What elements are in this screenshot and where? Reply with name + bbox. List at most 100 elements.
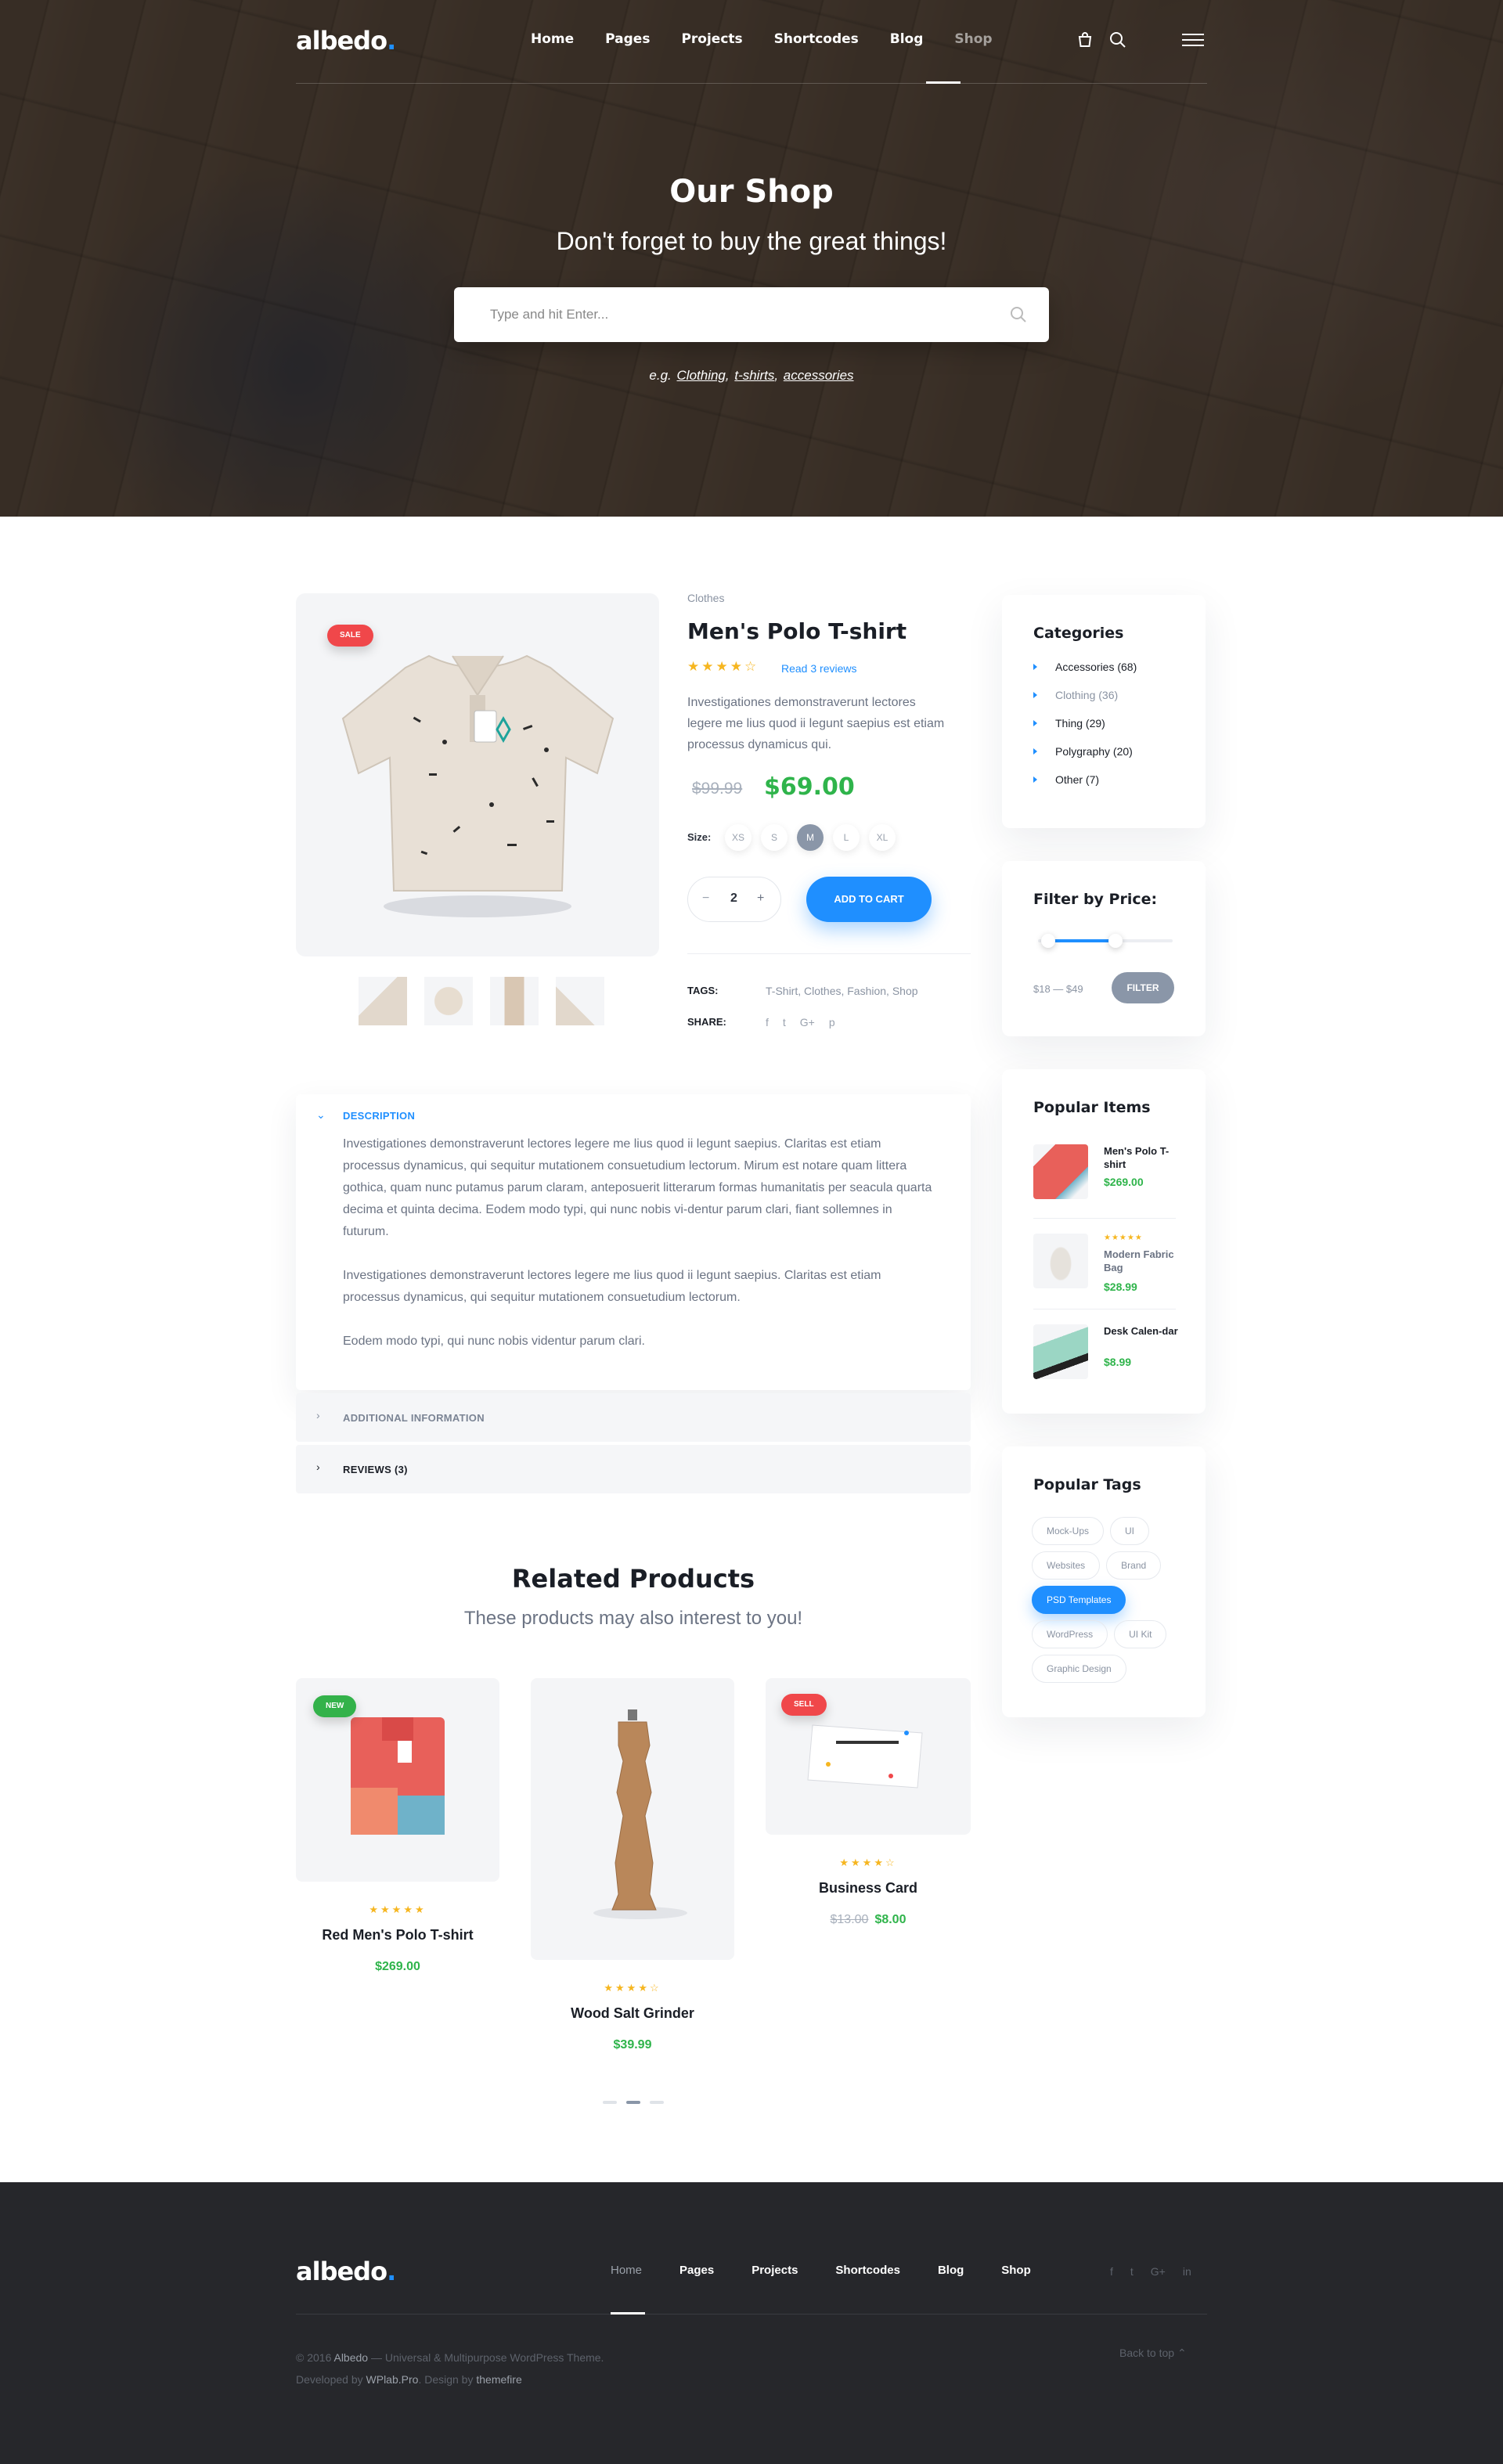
add-to-cart-button[interactable]: ADD TO CART [806, 877, 932, 922]
size-selector: XS S M L XL [725, 824, 896, 851]
thumbnail[interactable] [556, 977, 604, 1025]
product-tags[interactable]: T-Shirt, Clothes, Fashion, Shop [766, 985, 918, 997]
menu-icon[interactable] [1182, 34, 1204, 50]
chevron-up-icon: ⌃ [1177, 2347, 1187, 2359]
linkedin-icon[interactable]: in [1183, 2265, 1191, 2278]
tag-link[interactable]: UI Kit [1114, 1620, 1167, 1648]
logo[interactable]: albedo. [296, 26, 396, 56]
search-input[interactable] [490, 287, 975, 342]
description-panel: ⌄ DESCRIPTION Investigationes demonstrav… [296, 1094, 971, 1390]
footer-nav-shortcodes[interactable]: Shortcodes [835, 2264, 900, 2277]
category-link[interactable]: Other (7) [1033, 773, 1137, 802]
category-link[interactable]: Accessories (68) [1033, 661, 1137, 689]
cart-icon[interactable] [1076, 31, 1094, 49]
qty-plus-button[interactable]: + [757, 892, 764, 906]
additional-info-panel[interactable]: › ADDITIONAL INFORMATION [296, 1393, 971, 1442]
size-option-m[interactable]: M [797, 824, 824, 851]
back-to-top-link[interactable]: Back to top ⌃ [1119, 2347, 1187, 2360]
tag-link-active[interactable]: PSD Templates [1032, 1586, 1126, 1614]
description-tab[interactable]: DESCRIPTION [343, 1110, 415, 1122]
nav-shortcodes[interactable]: Shortcodes [774, 31, 859, 47]
product-title: Men's Polo T-shirt [687, 618, 907, 644]
tag-link[interactable]: UI [1110, 1517, 1150, 1545]
size-option-l[interactable]: L [833, 824, 860, 851]
search-icon[interactable] [1109, 31, 1126, 49]
example-link[interactable]: t-shirts [734, 368, 774, 383]
slider-handle-min[interactable] [1041, 934, 1055, 948]
carousel-dot[interactable] [650, 2101, 664, 2104]
size-option-xl[interactable]: XL [869, 824, 896, 851]
additional-info-tab[interactable]: ADDITIONAL INFORMATION [343, 1412, 485, 1424]
qty-minus-button[interactable]: − [702, 892, 709, 906]
twitter-icon[interactable]: t [783, 1016, 786, 1028]
product-category[interactable]: Clothes [687, 592, 724, 604]
search-icon[interactable] [1010, 306, 1027, 323]
footer-nav-blog[interactable]: Blog [938, 2264, 964, 2277]
product-image[interactable] [296, 593, 659, 956]
example-link[interactable]: Clothing [677, 368, 726, 383]
brand-link[interactable]: Albedo [333, 2351, 368, 2364]
category-link[interactable]: Thing (29) [1033, 717, 1137, 745]
footer-nav-home[interactable]: Home [611, 2264, 642, 2277]
thumbnail[interactable] [359, 977, 407, 1025]
nav-home[interactable]: Home [531, 31, 574, 47]
tag-link[interactable]: Mock-Ups [1032, 1517, 1105, 1545]
reviews-panel[interactable]: › REVIEWS (3) [296, 1445, 971, 1493]
tag-link[interactable]: WordPress [1032, 1620, 1108, 1648]
related-product-price: $13.00 $8.00 [830, 1913, 906, 1926]
popular-items-widget: Popular Items Men's Polo T-shirt $269.00… [1002, 1069, 1206, 1414]
tag-link[interactable]: Websites [1032, 1551, 1101, 1580]
related-subtitle: These products may also interest to you! [463, 1608, 803, 1629]
related-product-image[interactable] [531, 1678, 734, 1960]
nav-projects[interactable]: Projects [681, 31, 742, 47]
twitter-icon[interactable]: t [1130, 2265, 1134, 2278]
popular-item[interactable]: Desk Calen-dar $8.99 [1033, 1324, 1178, 1398]
related-product-price: $39.99 [613, 2038, 652, 2052]
nav-blog[interactable]: Blog [890, 31, 924, 47]
example-link[interactable]: accessories [784, 368, 854, 383]
designer-link[interactable]: themefire [476, 2373, 521, 2386]
popular-item[interactable]: ★★★★★ Modern Fabric Bag $28.99 [1033, 1234, 1176, 1307]
reviews-link[interactable]: Read 3 reviews [781, 662, 857, 675]
footer-nav: Home Pages Projects Shortcodes Blog Shop [611, 2264, 1069, 2277]
footer-nav-shop[interactable]: Shop [1001, 2264, 1031, 2277]
slider-handle-max[interactable] [1108, 934, 1123, 948]
new-badge: NEW [313, 1695, 357, 1717]
widget-title: Popular Tags [1033, 1476, 1141, 1493]
search-examples: e.g. Clothing, t-shirts, accessories [649, 368, 854, 383]
nav-pages[interactable]: Pages [605, 31, 650, 47]
category-link[interactable]: Clothing (36) [1033, 689, 1137, 717]
reviews-tab[interactable]: REVIEWS (3) [343, 1464, 408, 1475]
google-plus-icon[interactable]: G+ [1151, 2265, 1166, 2278]
filter-button[interactable]: FILTER [1112, 972, 1174, 1003]
share-icons: f t G+ p [766, 1016, 835, 1028]
tag-link[interactable]: Graphic Design [1032, 1655, 1126, 1683]
rating-stars: ★★★★☆ [604, 1982, 661, 1994]
widget-title: Popular Items [1033, 1099, 1151, 1116]
footer-logo[interactable]: albedo. [296, 2257, 396, 2286]
tag-link[interactable]: Brand [1106, 1551, 1162, 1580]
facebook-icon[interactable]: f [1110, 2265, 1113, 2278]
related-product-name[interactable]: Red Men's Polo T-shirt [296, 1927, 499, 1943]
copyright: © 2016 Albedo — Universal & Multipurpose… [296, 2351, 604, 2386]
price-slider[interactable] [1038, 934, 1173, 948]
popular-item[interactable]: Men's Polo T-shirt $269.00 [1033, 1144, 1176, 1218]
pinterest-icon[interactable]: p [829, 1016, 835, 1028]
nav-shop[interactable]: Shop [954, 31, 992, 47]
thumbnail[interactable] [424, 977, 473, 1025]
category-link[interactable]: Polygraphy (20) [1033, 745, 1137, 773]
footer-nav-pages[interactable]: Pages [679, 2264, 714, 2277]
related-product-name[interactable]: Business Card [766, 1880, 970, 1897]
related-product-name[interactable]: Wood Salt Grinder [531, 2005, 734, 2022]
developer-link[interactable]: WPlab.Pro [366, 2373, 419, 2386]
thumbnail[interactable] [490, 977, 539, 1025]
chevron-down-icon[interactable]: ⌄ [316, 1108, 326, 1122]
size-option-s[interactable]: S [761, 824, 788, 851]
footer-nav-projects[interactable]: Projects [752, 2264, 798, 2277]
google-plus-icon[interactable]: G+ [800, 1016, 815, 1028]
carousel-dot[interactable] [626, 2101, 640, 2104]
carousel-dot[interactable] [603, 2101, 617, 2104]
size-option-xs[interactable]: XS [725, 824, 752, 851]
qty-value[interactable]: 2 [730, 892, 737, 906]
facebook-icon[interactable]: f [766, 1016, 769, 1028]
